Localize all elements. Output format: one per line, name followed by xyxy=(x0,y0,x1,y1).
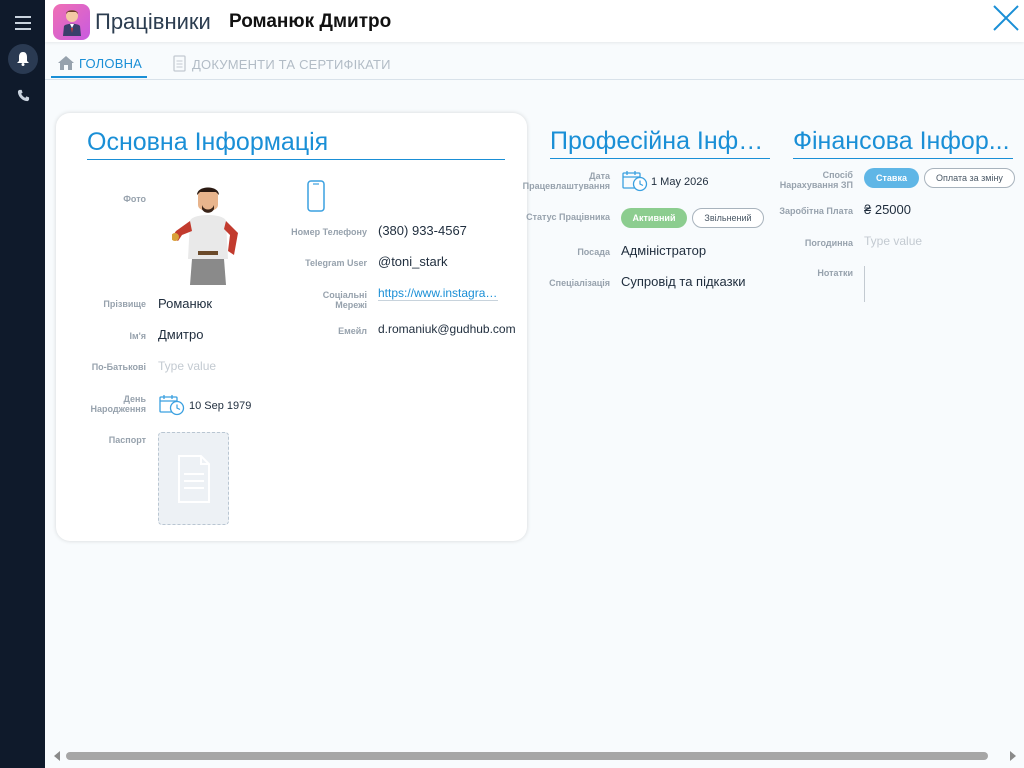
photo-label: Фото xyxy=(123,194,146,204)
scroll-left-arrow-icon[interactable] xyxy=(52,750,62,762)
surname-label: Прізвище xyxy=(103,299,146,309)
notes-label: Нотатки xyxy=(817,268,853,278)
birthday-value[interactable]: 10 Sep 1979 xyxy=(189,400,251,412)
birthday-label: День Народження xyxy=(90,394,147,414)
mobile-phone-icon xyxy=(307,180,325,212)
tab-main[interactable]: ГОЛОВНА xyxy=(51,50,147,78)
financial-info-title: Фінансова Інфор... xyxy=(793,127,1013,159)
tab-documents[interactable]: ДОКУМЕНТИ ТА СЕРТИФІКАТИ xyxy=(172,50,391,78)
phone-button[interactable] xyxy=(8,80,38,110)
status-fired-button[interactable]: Звільнений xyxy=(692,208,764,228)
header-bar: Працівники Романюк Дмитро xyxy=(45,0,1024,42)
hire-date-value[interactable]: 1 May 2026 xyxy=(651,176,708,188)
name-label: Ім'я xyxy=(129,331,146,341)
social-link[interactable]: https://www.instagram.com/ xyxy=(378,286,498,301)
close-button[interactable] xyxy=(991,3,1021,33)
horizontal-scrollbar[interactable] xyxy=(66,752,988,760)
position-label: Посада xyxy=(577,247,610,257)
menu-button[interactable] xyxy=(8,8,38,38)
hire-date-label: Дата Працевлаштування xyxy=(522,171,610,191)
document-placeholder-icon xyxy=(177,454,210,503)
hourly-label: Погодинна xyxy=(804,238,853,248)
hourly-input[interactable]: Type value xyxy=(864,234,922,248)
phone-icon xyxy=(17,89,29,101)
passport-label: Паспорт xyxy=(108,435,146,445)
patronymic-input[interactable]: Type value xyxy=(158,359,216,373)
notifications-button[interactable] xyxy=(8,44,38,74)
social-label: Соціальні Мережі xyxy=(322,290,367,310)
tab-main-label: ГОЛОВНА xyxy=(79,55,143,71)
employee-avatar-icon xyxy=(62,10,81,36)
calendar-clock-icon xyxy=(622,171,648,192)
email-value[interactable]: d.romaniuk@gudhub.com xyxy=(378,322,516,336)
pay-method-label: Спосіб Нарахування ЗП xyxy=(779,170,853,190)
menu-icon xyxy=(15,16,31,30)
passport-upload[interactable] xyxy=(158,432,229,525)
telegram-value[interactable]: @toni_stark xyxy=(378,254,448,269)
app-icon xyxy=(53,4,90,40)
bell-icon xyxy=(17,52,29,66)
email-label: Емейл xyxy=(338,326,367,336)
calendar-clock-icon xyxy=(159,395,185,416)
app-title: Працівники xyxy=(95,9,211,34)
specialization-label: Спеціалізація xyxy=(549,278,610,288)
scroll-right-arrow-icon[interactable] xyxy=(1008,750,1018,762)
surname-value[interactable]: Романюк xyxy=(158,296,212,311)
status-label: Статус Працівника xyxy=(526,212,610,222)
salary-label: Заробітна Плата xyxy=(779,206,853,216)
phone-value[interactable]: (380) 933-4567 xyxy=(378,223,467,238)
patronymic-label: По-Батькові xyxy=(91,362,146,372)
position-value[interactable]: Адміністратор xyxy=(621,243,706,258)
specialization-value[interactable]: Супровід та підказки xyxy=(621,274,746,289)
main-info-title: Основна Інформація xyxy=(87,128,505,160)
close-icon xyxy=(993,5,1019,31)
home-icon xyxy=(58,56,74,70)
status-active-button[interactable]: Активний xyxy=(621,208,687,228)
photo-image xyxy=(171,185,244,285)
salary-value[interactable]: ₴ 25000 xyxy=(864,202,911,217)
tab-bar: ГОЛОВНА ДОКУМЕНТИ ТА СЕРТИФІКАТИ xyxy=(45,42,1024,80)
notes-input[interactable] xyxy=(864,266,865,302)
tab-documents-label: ДОКУМЕНТИ ТА СЕРТИФІКАТИ xyxy=(192,56,391,72)
telegram-label: Telegram User xyxy=(305,258,367,268)
left-rail xyxy=(0,0,45,768)
professional-info-title: Професійна Інфо... xyxy=(550,127,770,159)
phone-label: Номер Телефону xyxy=(291,227,367,237)
name-value[interactable]: Дмитро xyxy=(158,327,203,342)
pay-shift-button[interactable]: Оплата за зміну xyxy=(924,168,1015,188)
pay-rate-button[interactable]: Ставка xyxy=(864,168,919,188)
record-title: Романюк Дмитро xyxy=(229,11,392,32)
employee-photo[interactable] xyxy=(171,185,244,285)
main-info-card: Основна Інформація Фото Прізвище Романюк… xyxy=(56,113,527,541)
document-icon xyxy=(173,55,186,72)
